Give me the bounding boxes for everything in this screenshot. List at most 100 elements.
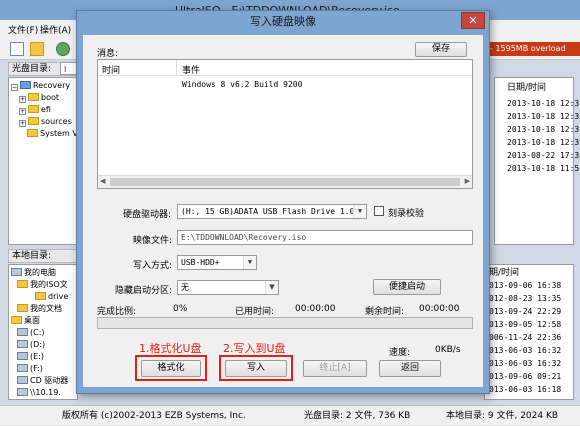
local-tree-item[interactable]: (E:)	[17, 351, 44, 363]
local-tree-item[interactable]: drive	[35, 291, 68, 303]
tree-item-system-volume[interactable]: System V	[27, 128, 78, 140]
cd-tree: − Recovery + boot + efi + sources System V	[8, 77, 78, 245]
message-list: 时间 事件 Windows 8 v6.2 Build 9200 ◀ ▶	[97, 59, 473, 189]
cd-date-row[interactable]: 2013-10-18 11:5	[507, 163, 579, 175]
hidden-partition-label: 隐藏启动分区:	[115, 286, 173, 296]
local-date-row[interactable]: 013-09-06 09:21	[489, 371, 561, 383]
status-copyright: 版权所有 (c)2002-2013 EZB Systems, Inc.	[62, 411, 246, 421]
local-tree-item[interactable]: (C:)	[17, 327, 45, 339]
format-button[interactable]: 格式化	[141, 360, 201, 377]
status-cd-dir: 光盘目录: 2 文件, 736 KB	[304, 411, 411, 421]
local-tree-item[interactable]: CD 驱动器	[17, 375, 68, 387]
drive-icon	[17, 388, 28, 396]
local-date-row[interactable]: 013-09-06 16:38	[489, 280, 561, 292]
annotation-write: 2.写入到U盘	[223, 342, 286, 355]
folder-icon	[28, 117, 39, 125]
local-file-list: 期/时间 013-09-06 16:38 012-08-23 13:35 013-0…	[484, 264, 574, 400]
message-list-header: 时间 事件	[98, 60, 472, 76]
write-button[interactable]: 写入	[225, 360, 287, 377]
column-event[interactable]: 事件	[182, 63, 200, 76]
drive-select[interactable]: (H:, 15 GB)ADATA USB Flash Drive 1.00 ▼	[177, 204, 367, 219]
quick-boot-button[interactable]: 便捷启动	[373, 279, 441, 295]
folder-icon	[28, 105, 39, 113]
cd-date-row[interactable]: 2013-10-18 12:3	[507, 111, 579, 123]
folder-icon	[17, 280, 28, 288]
local-tree-item[interactable]: 我的文档	[17, 303, 62, 315]
cd-date-row[interactable]: 2013-08-22 17:3	[507, 150, 579, 162]
dialog-title: 写入硬盘映像	[250, 15, 316, 28]
verify-label: 刻录校验	[388, 209, 425, 219]
chevron-down-icon: ▼	[243, 256, 256, 269]
messages-label: 消息:	[97, 49, 119, 59]
stop-button[interactable]: 终止[A]	[303, 360, 367, 377]
local-date-row[interactable]: 013-09-05 12:58	[489, 319, 561, 331]
elapsed-label: 已用时间:	[235, 307, 275, 317]
open-folder-icon[interactable]	[30, 42, 44, 56]
folder-icon	[35, 292, 46, 300]
drive-icon	[17, 340, 28, 348]
scroll-left-icon[interactable]: ◀	[100, 177, 105, 185]
menu-file[interactable]: 文件(F)	[8, 23, 38, 36]
disc-icon	[20, 81, 31, 89]
cd-icon[interactable]	[56, 42, 70, 56]
local-date-row[interactable]: 013-06-03 16:32	[489, 345, 561, 357]
write-mode-select[interactable]: USB-HDD+ ▼	[177, 255, 257, 270]
local-tree-item[interactable]: 我的电脑	[11, 267, 56, 279]
folder-icon	[11, 316, 22, 324]
local-tree-item[interactable]: (F:)	[17, 363, 43, 375]
local-date-row[interactable]: 013-06-03 16:32	[489, 358, 561, 370]
remaining-label: 剩余时间:	[365, 307, 405, 317]
cd-date-row[interactable]: 2013-10-18 12:3	[507, 124, 579, 136]
local-date-row[interactable]: 013-09-24 22:29	[489, 306, 561, 318]
message-row-event: Windows 8 v6.2 Build 9200	[182, 80, 303, 89]
new-file-icon[interactable]	[10, 42, 24, 56]
close-icon[interactable]: ✕	[461, 12, 485, 29]
back-button[interactable]: 返回	[379, 360, 441, 377]
computer-icon	[11, 268, 22, 276]
tree-item-sources[interactable]: + sources	[19, 116, 72, 128]
cd-date-row[interactable]: 2013-10-18 12:3	[507, 137, 579, 149]
progress-label: 完成比例:	[97, 307, 137, 317]
local-tree: 我的电脑 我的ISO文 drive 我的文档 桌面 (C:) (D:) (E:) (F:) CD …	[8, 264, 78, 400]
local-tree-item[interactable]: 桌面	[11, 315, 40, 327]
write-disk-image-dialog: 写入硬盘映像 ✕ 消息: 保存 时间 事件 Windows 8 v6.2 Bui…	[76, 10, 490, 394]
local-tree-item[interactable]: \\10.19.	[17, 387, 61, 399]
status-local-dir: 本地目录: 9 文件, 2024 KB	[446, 411, 559, 421]
scrollbar-thumb[interactable]	[110, 178, 460, 186]
local-date-row[interactable]: 012-08-23 13:35	[489, 293, 561, 305]
progress-value: 0%	[173, 304, 188, 314]
local-column-header-datetime[interactable]: 期/时间	[489, 267, 519, 279]
tree-item-recovery[interactable]: − Recovery	[11, 80, 70, 92]
remaining-value: 00:00:00	[419, 304, 460, 314]
elapsed-value: 00:00:00	[295, 304, 336, 314]
cd-file-list: 日期/时间 2013-10-18 12:3 2013-10-18 12:3 2013…	[494, 77, 579, 245]
local-panel-title: 本地目录:	[8, 249, 78, 263]
horizontal-scrollbar[interactable]: ◀ ▶	[98, 175, 472, 188]
local-tree-item[interactable]: 我的ISO文	[17, 279, 68, 291]
image-file-field[interactable]: E:\TDDOWNLOAD\Recovery.iso	[177, 230, 473, 245]
scroll-right-icon[interactable]: ▶	[465, 177, 470, 185]
write-mode-label: 写入方式:	[133, 261, 173, 271]
drive-icon	[17, 328, 28, 336]
local-tree-item[interactable]: (D:)	[17, 339, 45, 351]
verify-checkbox[interactable]	[374, 206, 384, 216]
speed-label: 速度:	[389, 348, 411, 358]
dialog-body: 消息: 保存 时间 事件 Windows 8 v6.2 Build 9200 ◀…	[83, 35, 483, 387]
capacity-overload-bar: - 1595MB overload	[486, 42, 580, 56]
column-time[interactable]: 时间	[102, 63, 120, 76]
cd-date-row[interactable]: 2013-10-18 12:3	[507, 98, 579, 110]
tree-item-boot[interactable]: + boot	[19, 92, 59, 104]
chevron-down-icon: ▼	[265, 281, 278, 294]
hidden-partition-select[interactable]: 无 ▼	[177, 280, 279, 295]
save-button[interactable]: 保存	[415, 42, 467, 57]
local-date-row[interactable]: 013-06-03 16:18	[489, 384, 561, 396]
menu-actions[interactable]: 操作(A)	[40, 23, 71, 36]
annotation-format: 1.格式化U盘	[139, 342, 202, 355]
drive-label: 硬盘驱动器:	[123, 210, 172, 220]
column-header-datetime[interactable]: 日期/时间	[507, 82, 546, 94]
local-date-row[interactable]: 006-11-24 22:36	[489, 332, 561, 344]
folder-icon	[27, 129, 38, 137]
chevron-down-icon: ▼	[353, 205, 366, 218]
drive-icon	[17, 352, 28, 360]
tree-item-efi[interactable]: + efi	[19, 104, 51, 116]
